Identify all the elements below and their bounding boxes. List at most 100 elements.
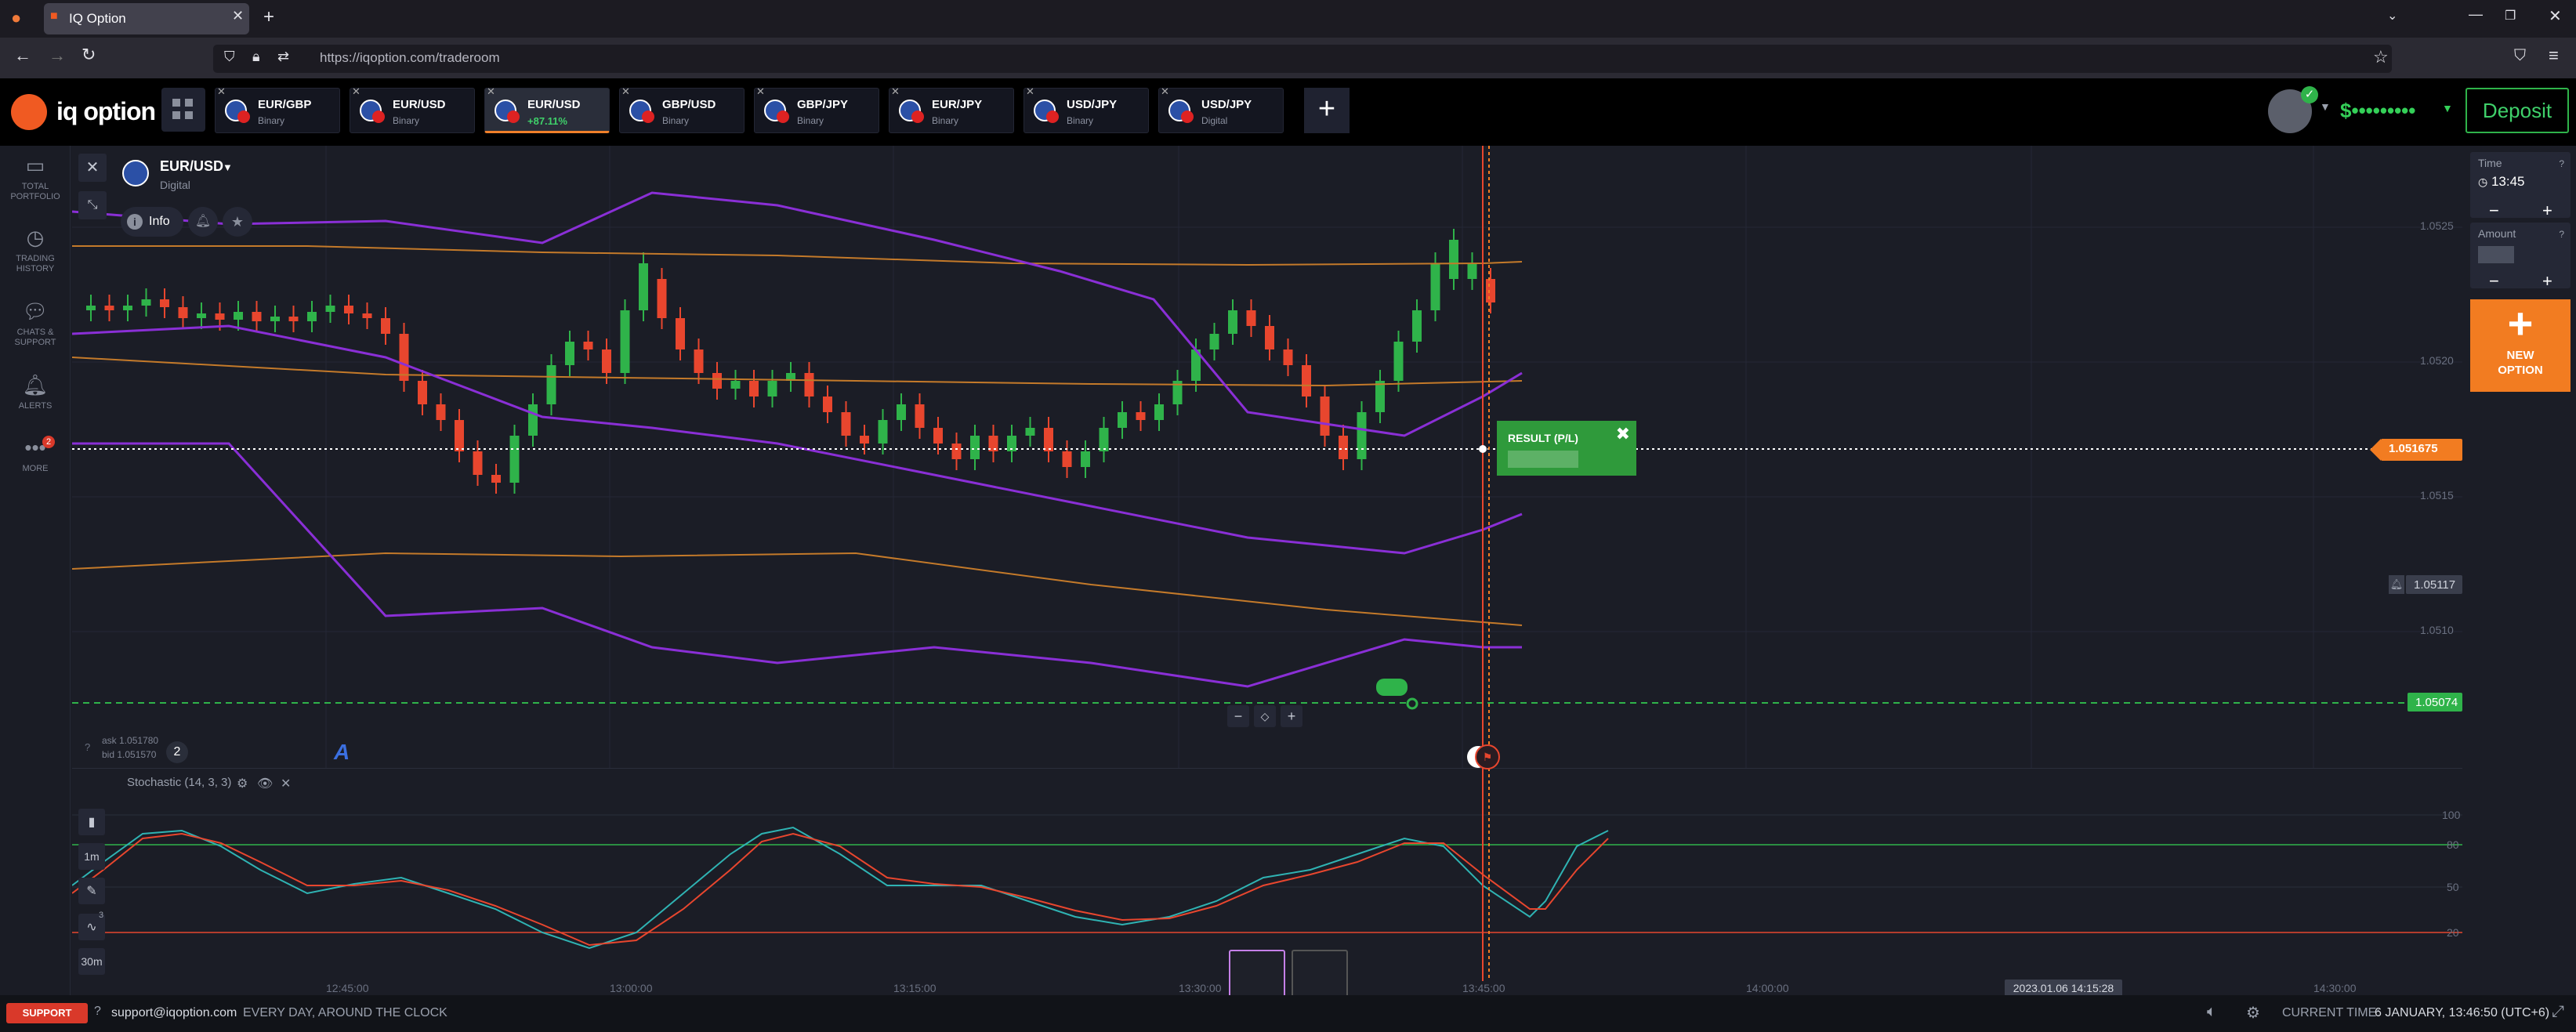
chart-layout-thumb-2[interactable] bbox=[1292, 950, 1348, 1000]
asset-tab-name: EUR/USD bbox=[527, 98, 581, 111]
asset-tab[interactable]: ✕ GBP/USD Binary bbox=[619, 85, 745, 133]
minimize-icon[interactable]: — bbox=[2469, 6, 2483, 23]
window-close-icon[interactable]: ✕ bbox=[2549, 6, 2562, 26]
asset-tab[interactable]: ✕ USD/JPY Binary bbox=[1024, 85, 1149, 133]
asset-tab[interactable]: ✕ EUR/USD +87.11% bbox=[484, 85, 610, 133]
moving-average-lower bbox=[72, 552, 1523, 626]
asset-tab[interactable]: ✕ EUR/GBP Binary bbox=[215, 85, 340, 133]
candle bbox=[1081, 451, 1090, 467]
zoom-out-button[interactable]: − bbox=[1227, 705, 1249, 727]
close-indicator-icon[interactable]: ✕ bbox=[281, 776, 291, 791]
fullscreen-button[interactable]: ⤡ bbox=[78, 191, 107, 219]
address-bar[interactable] bbox=[213, 45, 2392, 73]
zoom-in-button[interactable]: + bbox=[1281, 705, 1302, 727]
alert-button[interactable]: 🔔︎ bbox=[188, 207, 218, 237]
volume-icon[interactable]: 🔈︎ bbox=[2207, 1003, 2216, 1021]
close-tab-icon[interactable]: ✕ bbox=[756, 85, 765, 98]
draw-tool-button[interactable]: ✎ bbox=[78, 878, 105, 904]
support-email[interactable]: support@iqoption.com bbox=[111, 1006, 237, 1020]
info-button[interactable]: i Info bbox=[121, 207, 183, 237]
bollinger-lower bbox=[72, 442, 1522, 688]
asset-grid-button[interactable] bbox=[161, 88, 205, 132]
help-icon[interactable]: ? bbox=[2559, 158, 2564, 169]
new-option-button[interactable]: + NEW OPTION bbox=[2470, 299, 2571, 392]
asset-tab[interactable]: ✕ USD/JPY Digital bbox=[1158, 85, 1284, 133]
shield-icon[interactable]: ⛉ bbox=[224, 49, 235, 65]
reload-icon[interactable]: ↻ bbox=[82, 45, 96, 65]
timeframe-1m-button[interactable]: 1m bbox=[78, 843, 105, 870]
profile-dropdown-icon[interactable]: ▼ bbox=[2320, 100, 2331, 113]
close-tab-icon[interactable]: ✕ bbox=[232, 8, 244, 24]
chart-asset-name[interactable]: EUR/USD bbox=[160, 158, 223, 175]
new-tab-icon[interactable]: + bbox=[263, 6, 274, 28]
candle bbox=[583, 342, 593, 349]
pocket-icon[interactable]: ⛉ bbox=[2514, 47, 2526, 65]
eye-icon[interactable]: 👁︎ bbox=[257, 776, 273, 791]
bookmark-star-icon[interactable]: ☆ bbox=[2373, 47, 2389, 67]
close-tab-icon[interactable]: ✕ bbox=[621, 85, 630, 98]
currency-flag-icon bbox=[764, 100, 789, 123]
asset-tab[interactable]: ✕ EUR/USD Binary bbox=[350, 85, 475, 133]
amount-box[interactable]: Amount ? − + bbox=[2470, 223, 2571, 291]
sidebar-item-more[interactable]: ••• MORE bbox=[0, 436, 71, 474]
back-icon[interactable]: ← bbox=[14, 45, 31, 66]
candle bbox=[676, 318, 685, 349]
result-pl-panel[interactable]: RESULT (P/L) ✖ bbox=[1497, 421, 1636, 476]
time-axis-label: 13:30:00 bbox=[1179, 982, 1222, 994]
count-badge[interactable]: 2 bbox=[166, 741, 188, 763]
settings-icon[interactable]: ⚙ bbox=[237, 776, 248, 791]
deposit-button[interactable]: Deposit bbox=[2465, 88, 2569, 133]
url-text[interactable]: https://iqoption.com/traderoom bbox=[320, 50, 500, 66]
fullscreen-icon[interactable]: ⤢ bbox=[2552, 1003, 2564, 1021]
sidebar-item-chats[interactable]: 💬︎ CHATS & SUPPORT bbox=[0, 299, 71, 348]
alert-price-tag[interactable]: 1.05117 bbox=[2406, 575, 2462, 594]
lock-icon[interactable]: 🔒︎ bbox=[252, 49, 260, 65]
forward-icon[interactable]: → bbox=[49, 45, 66, 66]
alert-bell-icon[interactable]: 🔔︎ bbox=[2389, 575, 2404, 594]
time-value[interactable]: ◷ 13:45 bbox=[2478, 174, 2525, 190]
balance-dropdown-icon[interactable]: ▼ bbox=[2442, 102, 2453, 114]
sidebar-item-portfolio[interactable]: ▭ TOTAL PORTFOLIO bbox=[0, 154, 71, 202]
amount-minus-button[interactable]: − bbox=[2489, 271, 2499, 291]
close-icon[interactable]: ✖ bbox=[1616, 424, 1630, 444]
chart-layout-thumb-1[interactable] bbox=[1229, 950, 1285, 1000]
support-button[interactable]: SUPPORT bbox=[6, 1003, 88, 1023]
close-tab-icon[interactable]: ✕ bbox=[487, 85, 495, 98]
firefox-menu-icon[interactable]: ● bbox=[11, 8, 21, 28]
amount-value-hidden[interactable] bbox=[2478, 246, 2514, 263]
reset-zoom-button[interactable]: ◇ bbox=[1254, 705, 1276, 727]
close-tab-icon[interactable]: ✕ bbox=[352, 85, 360, 98]
auto-scale-icon[interactable]: A bbox=[334, 740, 350, 765]
asset-tab[interactable]: ✕ GBP/JPY Binary bbox=[754, 85, 879, 133]
timeframe-30m-button[interactable]: 30m bbox=[78, 948, 105, 975]
expiry-time-box[interactable]: Time ? ◷ 13:45 − + bbox=[2470, 152, 2571, 221]
asset-dropdown-icon[interactable]: ▼ bbox=[223, 161, 233, 173]
close-tab-icon[interactable]: ✕ bbox=[1161, 85, 1169, 98]
amount-plus-button[interactable]: + bbox=[2542, 271, 2552, 291]
close-chart-button[interactable]: ✕ bbox=[78, 154, 107, 182]
help-icon[interactable]: ? bbox=[85, 741, 90, 753]
tab-favicon-icon: ■ bbox=[50, 9, 58, 23]
asset-tab[interactable]: ✕ EUR/JPY Binary bbox=[889, 85, 1014, 133]
add-asset-button[interactable]: + bbox=[1304, 88, 1350, 133]
candle bbox=[897, 404, 906, 420]
restore-icon[interactable]: ❐ bbox=[2505, 8, 2516, 24]
candle bbox=[344, 306, 353, 313]
close-tab-icon[interactable]: ✕ bbox=[1026, 85, 1034, 98]
help-icon[interactable]: ? bbox=[2559, 229, 2564, 240]
permissions-icon[interactable]: ⇄ bbox=[277, 49, 289, 65]
candle bbox=[565, 342, 574, 365]
close-tab-icon[interactable]: ✕ bbox=[217, 85, 226, 98]
app-menu-icon[interactable]: ≡ bbox=[2549, 45, 2559, 66]
sidebar-item-alerts[interactable]: 🔔︎ ALERTS bbox=[0, 373, 71, 411]
sidebar-item-history[interactable]: ◷ TRADING HISTORY bbox=[0, 226, 71, 274]
list-tabs-icon[interactable]: ⌄ bbox=[2387, 8, 2397, 24]
time-minus-button[interactable]: − bbox=[2489, 201, 2499, 221]
time-plus-button[interactable]: + bbox=[2542, 201, 2552, 221]
close-tab-icon[interactable]: ✕ bbox=[891, 85, 900, 98]
price-chart[interactable] bbox=[72, 146, 2462, 768]
balance-display[interactable]: $••••••••• bbox=[2340, 99, 2415, 123]
settings-icon[interactable]: ⚙ bbox=[2246, 1003, 2260, 1023]
chart-type-button[interactable]: ▮ bbox=[78, 809, 105, 835]
favorite-button[interactable]: ★ bbox=[223, 207, 252, 237]
